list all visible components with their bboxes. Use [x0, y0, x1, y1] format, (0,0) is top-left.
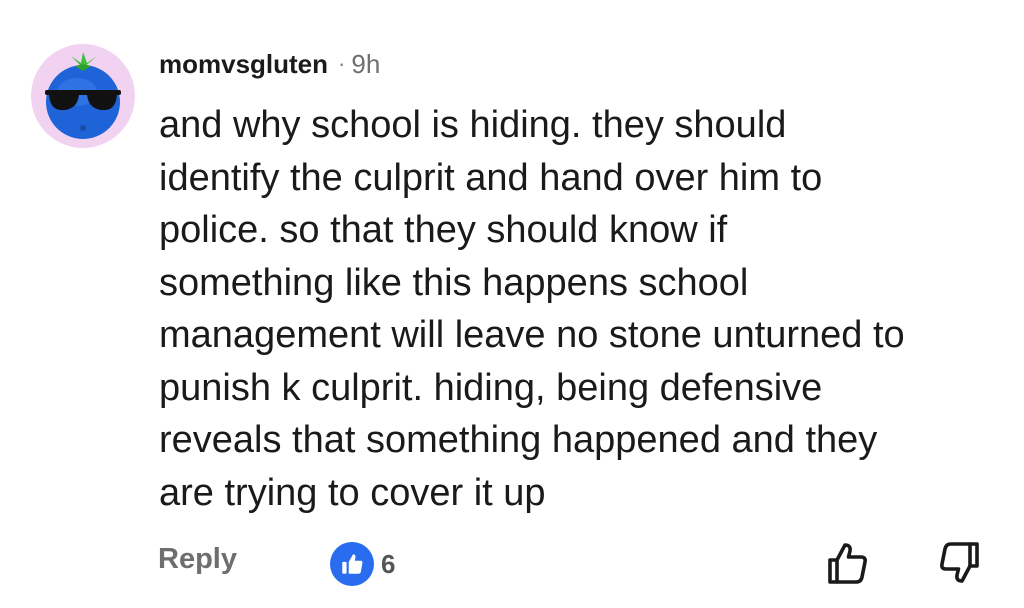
thumbs-up-icon	[330, 542, 374, 586]
like-summary: 6	[330, 542, 395, 586]
downvote-button[interactable]	[935, 538, 985, 588]
like-count: 6	[381, 548, 396, 579]
thumbs-up-outline-icon	[828, 543, 867, 584]
comment-line: punish k culprit. hiding, being defensiv…	[159, 366, 823, 409]
comment-line: management will leave no stone unturned …	[159, 314, 905, 356]
comment-line: are trying to cover it up	[159, 471, 546, 514]
comment-line: and why school is hiding. they should	[159, 104, 787, 146]
timestamp: 9h	[351, 48, 381, 79]
comment-body: and why school is hiding. they should id…	[159, 99, 999, 519]
upvote-button[interactable]	[822, 538, 872, 588]
avatar[interactable]	[31, 44, 135, 148]
blueberry-sunglasses-icon	[45, 52, 121, 139]
comment-line: police. so that they should know if	[159, 209, 728, 251]
separator-dot: ·	[338, 51, 346, 76]
comment: momvsgluten · 9h and why school is hidin…	[0, 0, 1024, 608]
comment-line: reveals that something happened and they	[159, 419, 878, 461]
username[interactable]: momvsgluten	[159, 49, 328, 80]
comment-header: momvsgluten · 9h	[159, 44, 380, 84]
comment-line: identify the culprit and hand over him t…	[159, 156, 823, 199]
reply-button[interactable]: Reply	[158, 543, 237, 576]
comment-line: something like this happens school	[159, 261, 749, 304]
thumbs-down-outline-icon	[940, 542, 979, 583]
